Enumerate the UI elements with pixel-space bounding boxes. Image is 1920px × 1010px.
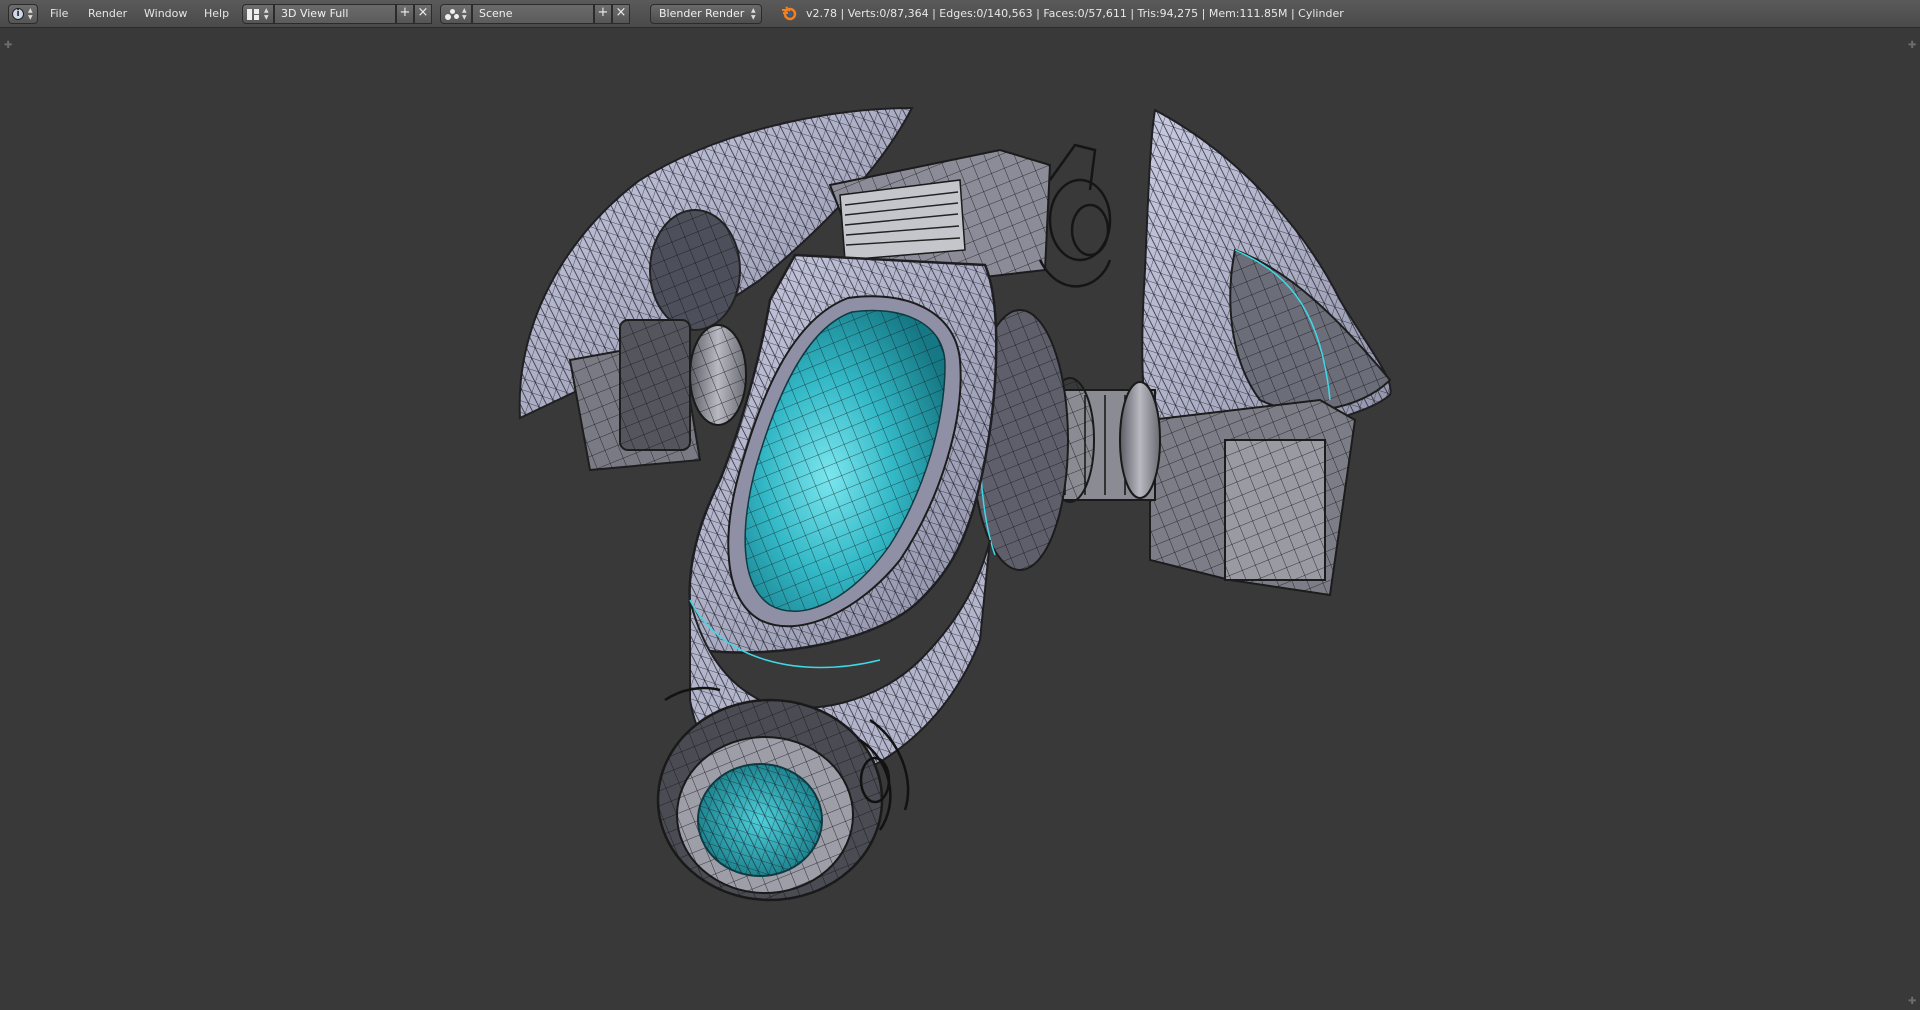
delete-scene-button[interactable]: × — [612, 4, 630, 24]
menu-window[interactable]: Window — [144, 4, 187, 24]
scene-field[interactable]: Scene — [472, 4, 594, 24]
add-scene-button[interactable]: + — [594, 4, 612, 24]
info-header: i ▲ ▼ File Render Window Help ▲ ▼ 3D View … — [0, 0, 1920, 28]
info-icon: i — [12, 8, 24, 20]
plus-icon: + — [597, 5, 609, 20]
updown-arrows-icon: ▲ ▼ — [751, 7, 756, 21]
updown-arrows-icon: ▲ ▼ — [264, 7, 269, 21]
scene-statistics: v2.78 | Verts:0/87,364 | Edges:0/140,563… — [806, 7, 1344, 20]
blender-logo-icon — [780, 4, 798, 24]
scene-icon — [445, 9, 459, 21]
menu-file[interactable]: File — [50, 4, 68, 24]
right-wing — [1141, 108, 1392, 597]
editor-type-selector[interactable]: i ▲ ▼ — [8, 4, 38, 24]
delete-screen-button[interactable]: × — [414, 4, 432, 24]
left-connector — [689, 324, 747, 426]
menu-help[interactable]: Help — [204, 4, 229, 24]
updown-arrows-icon: ▲ ▼ — [28, 7, 33, 21]
render-engine-label: Blender Render — [659, 7, 745, 20]
updown-arrows-icon: ▲ ▼ — [462, 7, 467, 21]
x-icon: × — [417, 5, 429, 20]
layout-grid-icon — [247, 9, 259, 20]
screen-layout-field[interactable]: 3D View Full — [274, 4, 396, 24]
add-screen-button[interactable]: + — [396, 4, 414, 24]
render-engine-select[interactable]: Blender Render ▲ ▼ — [650, 4, 762, 24]
menu-render[interactable]: Render — [88, 4, 127, 24]
x-icon: × — [615, 5, 627, 20]
wireframe-model[interactable] — [0, 28, 1920, 1010]
scene-browse-button[interactable]: ▲ ▼ — [440, 4, 472, 24]
plus-icon: + — [399, 5, 411, 20]
3d-viewport[interactable]: ✚ ✚ ✚ — [0, 28, 1920, 1010]
screen-layout-browse-button[interactable]: ▲ ▼ — [242, 4, 274, 24]
